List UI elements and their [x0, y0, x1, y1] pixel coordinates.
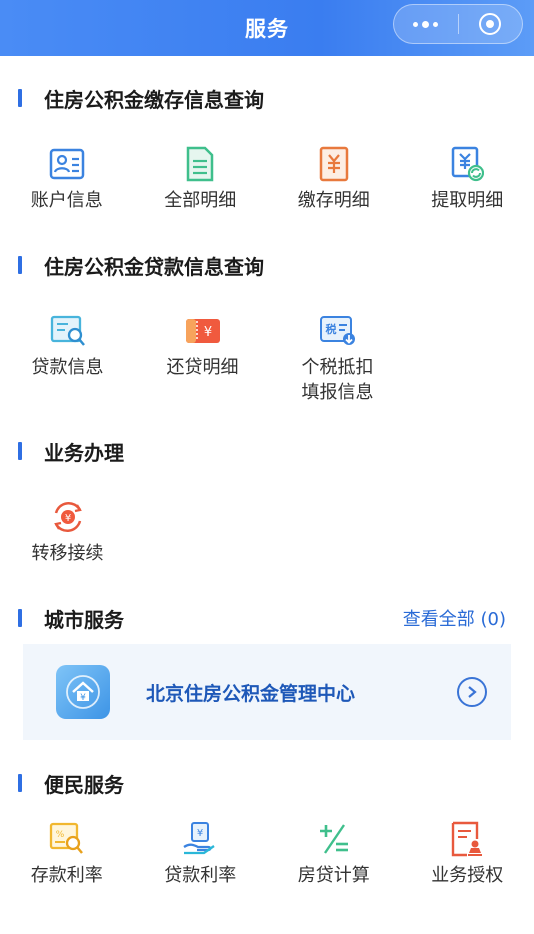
grid-item-label: 缴存明细: [297, 190, 370, 211]
account-card-icon: [47, 144, 87, 184]
city-service-card[interactable]: ¥ 北京住房公积金管理中心: [23, 644, 511, 740]
section-header: 业务办理: [0, 435, 534, 467]
grid-item-label: 贷款信息: [31, 357, 104, 378]
grid-item-deposit-details[interactable]: 缴存明细: [267, 144, 401, 213]
grid-item-label: 账户信息: [30, 190, 103, 211]
section-accent-bar: [18, 89, 22, 107]
section-accent-bar: [18, 609, 22, 627]
loan-query-section: 住房公积金贷款信息查询 贷款信息 ¥ 还贷明细 税 个税抵扣填报信息: [0, 249, 534, 405]
svg-text:¥: ¥: [203, 325, 211, 340]
business-section: 业务办理 ¥ 转移接续: [0, 435, 534, 566]
yuan-refresh-icon: [447, 144, 487, 184]
grid-item-label: 房贷计算: [297, 865, 370, 886]
city-service-name: 北京住房公积金管理中心: [146, 682, 356, 705]
more-dots-icon: [413, 20, 439, 28]
target-circle-icon: [479, 13, 502, 35]
transfer-yuan-icon: ¥: [48, 497, 88, 537]
section-title: 住房公积金贷款信息查询: [44, 254, 264, 279]
section-title: 城市服务: [44, 607, 124, 632]
section-title: 业务办理: [44, 440, 124, 465]
grid-item-withdraw-details[interactable]: 提取明细: [401, 144, 534, 213]
section-title: 便民服务: [44, 772, 124, 797]
section-accent-bar: [18, 256, 22, 274]
city-service-section: 城市服务 查看全部 (0) ¥ 北京住房公积金管理中心: [0, 602, 534, 740]
top-bar: 服务: [0, 0, 534, 56]
section-accent-bar: [18, 442, 22, 460]
grid-item-label: 存款利率: [30, 865, 103, 886]
grid-item-mortgage-calculator[interactable]: 房贷计算: [267, 819, 401, 888]
grid-item-all-details[interactable]: 全部明细: [134, 144, 268, 213]
grid-item-label: 还贷明细: [166, 357, 239, 378]
authorization-icon: [447, 819, 487, 859]
yuan-ticket-icon: ¥: [183, 311, 223, 351]
section-header: 便民服务: [0, 767, 534, 799]
grid-item-repayment-details[interactable]: ¥ 还贷明细: [135, 311, 270, 405]
tax-badge-text: 税: [325, 322, 336, 336]
document-list-icon: [180, 144, 220, 184]
loan-rate-icon: ¥: [180, 819, 220, 859]
mini-program-capsule: [393, 4, 523, 44]
grid-item-label: 提取明细: [431, 190, 504, 211]
section-header: 城市服务 查看全部 (0): [0, 602, 534, 634]
section-header: 住房公积金缴存信息查询: [0, 82, 534, 114]
grid-item-label: 贷款利率: [164, 865, 237, 886]
page-title: 服务: [245, 17, 289, 41]
grid-item-label: 全部明细: [164, 190, 237, 211]
grid-item-label: 业务授权: [431, 865, 504, 886]
svg-text:¥: ¥: [64, 513, 70, 524]
grid-item-label: 个税抵扣填报信息: [301, 357, 374, 403]
calculator-icon: [314, 819, 354, 859]
tax-download-icon: 税: [318, 311, 358, 351]
section-title: 住房公积金缴存信息查询: [44, 87, 264, 112]
loan-search-icon: [48, 311, 88, 351]
grid-item-business-authorization[interactable]: 业务授权: [401, 819, 534, 888]
grid-item-label: 转移接续: [31, 543, 104, 564]
more-button[interactable]: [394, 5, 458, 43]
view-all-link[interactable]: 查看全部 (0): [403, 605, 506, 631]
grid-item-loan-rate[interactable]: ¥ 贷款利率: [134, 819, 268, 888]
house-fund-logo-icon: ¥: [56, 665, 110, 719]
grid-item-transfer[interactable]: ¥ 转移接续: [0, 497, 135, 566]
grid-item-loan-info[interactable]: 贷款信息: [0, 311, 135, 405]
svg-text:¥: ¥: [197, 828, 203, 839]
convenience-section: 便民服务 % 存款利率 ¥ 贷款利率 房贷计算 业务授权: [0, 767, 534, 888]
grid-item-tax-deduction[interactable]: 税 个税抵扣填报信息: [270, 311, 405, 405]
chevron-right-icon: [457, 677, 487, 707]
section-header: 住房公积金贷款信息查询: [0, 249, 534, 281]
deposit-query-section: 住房公积金缴存信息查询 账户信息 全部明细 缴存明细 提取明细: [0, 82, 534, 213]
svg-text:%: %: [55, 830, 64, 840]
section-accent-bar: [18, 774, 22, 792]
svg-text:¥: ¥: [80, 693, 86, 703]
grid-item-deposit-rate[interactable]: % 存款利率: [0, 819, 134, 888]
close-mini-program-button[interactable]: [459, 5, 523, 43]
yuan-bill-icon: [314, 144, 354, 184]
grid-item-account-info[interactable]: 账户信息: [0, 144, 134, 213]
deposit-rate-icon: %: [47, 819, 87, 859]
